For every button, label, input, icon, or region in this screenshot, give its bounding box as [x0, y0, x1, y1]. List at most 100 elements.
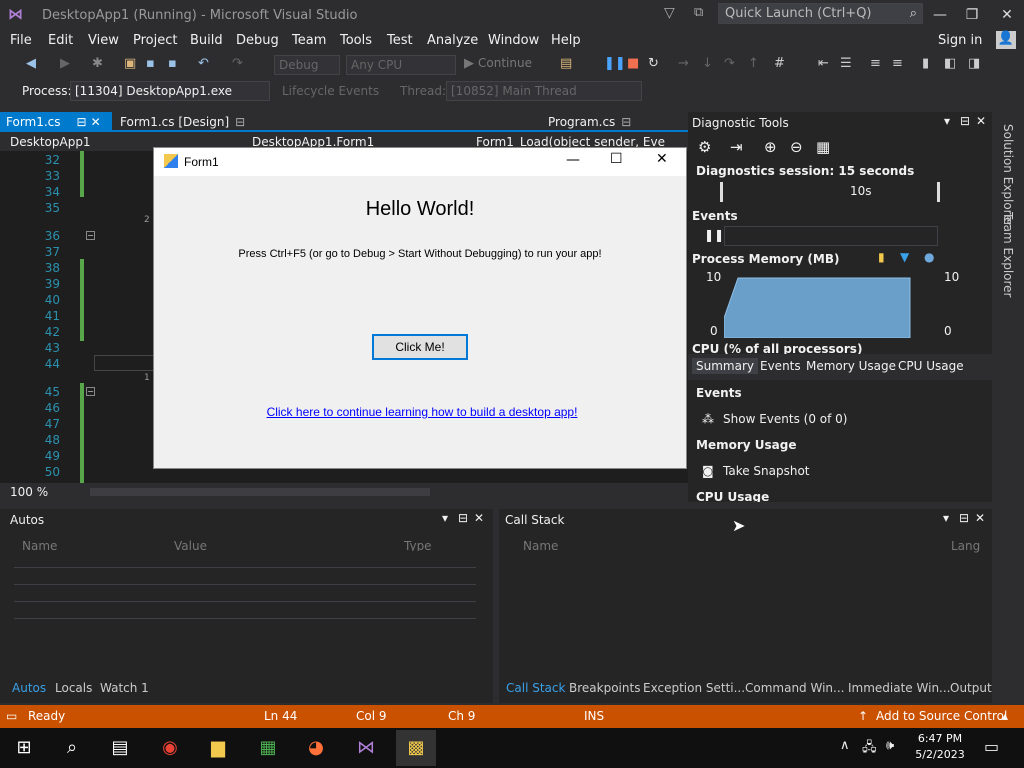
dropdown-icon[interactable]: ▾: [944, 114, 950, 128]
tab-output[interactable]: Output: [950, 681, 992, 695]
zoom-in-icon[interactable]: ⊕: [764, 138, 777, 156]
bookmark-icon[interactable]: ▮: [922, 56, 929, 71]
take-snapshot-button[interactable]: Take Snapshot: [723, 464, 810, 478]
learn-more-link[interactable]: Click here to continue learning how to b…: [154, 405, 690, 419]
tab-exception-settings[interactable]: Exception Setti...: [643, 681, 745, 695]
tab-cpu-usage[interactable]: CPU Usage: [898, 359, 964, 373]
close-icon[interactable]: ✕: [474, 511, 484, 525]
user-avatar-icon[interactable]: 👤: [996, 31, 1016, 49]
solution-config-select[interactable]: Debug: [274, 55, 340, 75]
menu-tools[interactable]: Tools: [340, 33, 372, 48]
zoom-select[interactable]: 100 %: [10, 485, 48, 499]
events-header[interactable]: Events: [692, 209, 738, 223]
prev-bookmark-icon[interactable]: ◧: [944, 56, 956, 71]
menu-edit[interactable]: Edit: [48, 33, 73, 48]
menu-test[interactable]: Test: [387, 33, 413, 48]
menu-file[interactable]: File: [10, 33, 32, 48]
tab-summary[interactable]: Summary: [692, 358, 758, 374]
step-over-icon[interactable]: ↷: [724, 56, 735, 71]
start-icon[interactable]: ⊞: [12, 736, 36, 760]
pin-icon[interactable]: ⊟: [235, 115, 245, 129]
project-dropdown[interactable]: DesktopApp1: [10, 135, 91, 149]
save-icon[interactable]: ▪: [146, 56, 155, 71]
outdent-icon[interactable]: ≡: [892, 56, 903, 71]
pause-events-icon[interactable]: ❚❚: [704, 228, 724, 242]
process-icon[interactable]: ▤: [560, 56, 572, 71]
autos-grid[interactable]: [14, 551, 476, 635]
sign-in-link[interactable]: Sign in: [938, 33, 982, 48]
form-minimize-button[interactable]: —: [566, 152, 580, 168]
lifecycle-events-button[interactable]: Lifecycle Events: [282, 84, 379, 98]
back-icon[interactable]: ◀: [26, 56, 36, 71]
solution-platform-select[interactable]: Any CPU: [346, 55, 456, 75]
forward-icon[interactable]: ▶: [60, 56, 70, 71]
pin-icon[interactable]: ⊟: [621, 115, 631, 129]
form-close-button[interactable]: ✕: [656, 151, 668, 167]
undo-icon[interactable]: ↶: [198, 56, 209, 71]
menu-analyze[interactable]: Analyze: [427, 33, 478, 48]
comment-icon[interactable]: ☰: [840, 56, 852, 71]
menu-view[interactable]: View: [88, 33, 119, 48]
next-bookmark-icon[interactable]: ◨: [968, 56, 980, 71]
tab-command-window[interactable]: Command Win...: [745, 681, 844, 695]
reset-zoom-icon[interactable]: ▦: [816, 138, 830, 156]
column-name[interactable]: Name: [523, 539, 558, 553]
new-project-icon[interactable]: ✱: [92, 56, 103, 71]
search-icon[interactable]: ⌕: [60, 736, 84, 760]
step-out-icon[interactable]: ↑: [748, 56, 759, 71]
volume-icon[interactable]: 🕪: [886, 738, 894, 753]
process-memory-header[interactable]: Process Memory (MB): [692, 252, 839, 266]
continue-icon[interactable]: ▶: [464, 56, 474, 71]
tab-events[interactable]: Events: [760, 359, 801, 373]
chrome-icon[interactable]: ◉: [158, 736, 182, 760]
bookmark-toolbar-icon[interactable]: ⇤: [818, 56, 829, 71]
filter-icon[interactable]: ▽: [664, 5, 675, 21]
visual-studio-icon[interactable]: ⋈: [354, 736, 378, 760]
hex-icon[interactable]: #: [774, 56, 785, 71]
tab-watch-1[interactable]: Watch 1: [100, 681, 149, 695]
menu-project[interactable]: Project: [133, 33, 177, 48]
tab-autos[interactable]: Autos: [12, 681, 46, 695]
settings-icon[interactable]: ⚙: [698, 138, 711, 156]
task-view-icon[interactable]: ▤: [108, 736, 132, 760]
column-language[interactable]: Lang: [951, 539, 980, 553]
indent-icon[interactable]: ≡: [870, 56, 881, 71]
tab-form1-cs[interactable]: Form1.cs ⊟ ✕: [0, 112, 112, 132]
pin-icon[interactable]: ⊟: [458, 511, 468, 525]
dropdown-icon[interactable]: ▾: [943, 511, 949, 525]
zoom-out-icon[interactable]: ⊖: [790, 138, 803, 156]
dropdown-icon[interactable]: ▾: [442, 511, 448, 525]
show-events-link[interactable]: Show Events (0 of 0): [723, 412, 847, 426]
form1-taskbar-icon[interactable]: ▩: [396, 730, 436, 766]
tab-memory-usage[interactable]: Memory Usage: [806, 359, 896, 373]
form1-window[interactable]: Form1 — ☐ ✕ Hello World! Press Ctrl+F5 (…: [153, 147, 687, 469]
tab-breakpoints[interactable]: Breakpoints: [569, 681, 640, 695]
continue-button[interactable]: Continue: [478, 56, 532, 70]
file-explorer-icon[interactable]: ▆: [206, 736, 230, 760]
tab-form1-design[interactable]: Form1.cs [Design] ⊟: [114, 112, 251, 132]
show-next-statement-icon[interactable]: →: [678, 56, 689, 71]
feedback-icon[interactable]: ⧉: [694, 5, 703, 20]
taskbar-clock[interactable]: 6:47 PM 5/2/2023: [905, 731, 975, 763]
chevron-up-icon[interactable]: ▴: [1002, 709, 1008, 723]
menu-help[interactable]: Help: [551, 33, 581, 48]
collapse-icon[interactable]: −: [86, 387, 95, 396]
horizontal-scrollbar[interactable]: [90, 488, 430, 496]
network-icon[interactable]: 🖧: [862, 738, 877, 760]
open-folder-icon[interactable]: ▣: [124, 56, 136, 71]
team-explorer-tab[interactable]: Team Explorer: [1001, 212, 1015, 298]
close-icon[interactable]: ✕: [975, 511, 985, 525]
close-button[interactable]: ✕: [992, 4, 1022, 26]
restore-button[interactable]: ❐: [957, 4, 987, 26]
pause-icon[interactable]: ❚❚: [604, 56, 626, 71]
click-me-button[interactable]: Click Me!: [372, 334, 468, 360]
menu-team[interactable]: Team: [292, 33, 326, 48]
add-to-source-control[interactable]: Add to Source Control: [876, 709, 1007, 723]
thread-select[interactable]: [10852] Main Thread: [446, 81, 642, 101]
process-select[interactable]: [11304] DesktopApp1.exe: [70, 81, 270, 101]
redo-icon[interactable]: ↷: [232, 56, 243, 71]
paint-icon[interactable]: ▦: [256, 736, 280, 760]
close-tab-icon[interactable]: ✕: [91, 115, 101, 129]
menu-debug[interactable]: Debug: [236, 33, 279, 48]
collapse-icon[interactable]: −: [86, 231, 95, 240]
